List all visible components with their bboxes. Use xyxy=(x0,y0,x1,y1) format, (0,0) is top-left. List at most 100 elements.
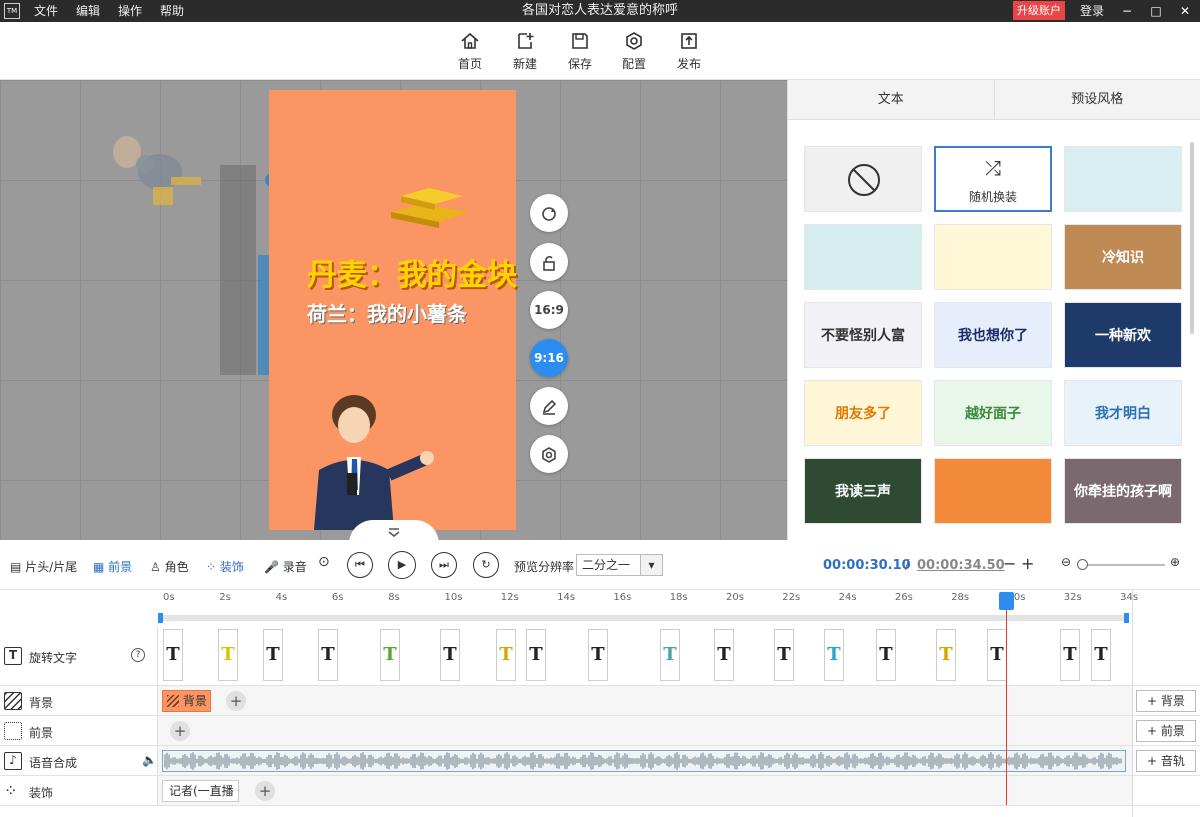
ratio-9-16-button[interactable]: 9:16 xyxy=(530,339,568,377)
record-button[interactable]: 🎤 录音 xyxy=(264,558,307,575)
zoom-slider-handle[interactable] xyxy=(1077,559,1088,570)
tab-preset-style[interactable]: 预设风格 xyxy=(993,80,1200,119)
add-background-button[interactable]: + 背景 xyxy=(1136,690,1196,712)
menu-operate[interactable]: 操作 xyxy=(118,0,142,22)
prev-button[interactable]: ⏮ xyxy=(347,552,373,578)
resolution-select[interactable]: 二分之一 ▾ xyxy=(576,554,663,576)
home-button[interactable]: 首页 xyxy=(448,30,492,72)
role-button[interactable]: ♙ 角色 xyxy=(150,558,189,575)
text-clip[interactable]: T xyxy=(824,629,844,681)
caption-netherlands[interactable]: 荷兰：我的小薯条 xyxy=(307,298,467,327)
style-tile[interactable] xyxy=(1064,146,1182,212)
zoom-slider[interactable] xyxy=(1080,564,1165,566)
video-stage[interactable]: 丹麦：我的金块 荷兰：我的小薯条 xyxy=(269,90,517,530)
replay-button[interactable]: ↻ xyxy=(473,552,499,578)
close-button[interactable]: ✕ xyxy=(1174,0,1196,22)
timeline-controls: ▤ 片头/片尾 ▦ 前景 ♙ 角色 ⁘ 装饰 🎤 录音 ⊙ ⏮ ▶ ⏭ ↻ 预览… xyxy=(0,540,1200,590)
text-clip[interactable]: T xyxy=(496,629,516,681)
preview-canvas[interactable]: 丹麦：我的金块 荷兰：我的小薯条 16:9 9:16 xyxy=(0,80,787,540)
style-tile[interactable]: 不要怪别人富 xyxy=(804,302,922,368)
reporter-character[interactable] xyxy=(309,395,439,530)
style-tile-text: 我才明白 xyxy=(1095,406,1151,422)
reporter-clip[interactable]: 记者(一直播 xyxy=(162,780,239,802)
menu-file[interactable]: 文件 xyxy=(34,0,58,22)
decor-button[interactable]: ⁘ 装饰 xyxy=(206,558,244,575)
style-tile[interactable]: 朋友多了 xyxy=(804,380,922,446)
style-tile[interactable]: 一种新欢 xyxy=(1064,302,1182,368)
collapse-toggle[interactable] xyxy=(349,520,439,540)
add-foreground-plus[interactable]: + xyxy=(170,721,190,741)
text-clip[interactable]: T xyxy=(263,629,283,681)
text-clip[interactable]: T xyxy=(218,629,238,681)
publish-button[interactable]: 发布 xyxy=(667,30,711,72)
text-clip[interactable]: T xyxy=(380,629,400,681)
minimize-button[interactable]: − xyxy=(1116,0,1138,22)
text-clip[interactable]: T xyxy=(526,629,546,681)
text-clip[interactable]: T xyxy=(714,629,734,681)
text-clip[interactable]: T xyxy=(163,629,183,681)
text-clip[interactable]: T xyxy=(876,629,896,681)
style-tile[interactable] xyxy=(934,224,1052,290)
rotate-button[interactable] xyxy=(530,194,568,232)
add-background-plus[interactable]: + xyxy=(226,691,246,711)
text-clip[interactable]: T xyxy=(318,629,338,681)
text-clip[interactable]: T xyxy=(1060,629,1080,681)
tab-text[interactable]: 文本 xyxy=(788,80,994,119)
more-button[interactable]: ⊙ xyxy=(318,554,330,570)
add-foreground-button[interactable]: + 前景 xyxy=(1136,720,1196,742)
new-button[interactable]: 新建 xyxy=(503,30,547,72)
login-button[interactable]: 登录 xyxy=(1080,0,1104,22)
menu-edit[interactable]: 编辑 xyxy=(76,0,100,22)
panel-scrollbar[interactable] xyxy=(1190,142,1194,334)
next-button[interactable]: ⏭ xyxy=(431,552,457,578)
volume-icon[interactable]: 🔈 xyxy=(142,753,157,767)
maximize-button[interactable]: □ xyxy=(1145,0,1167,22)
foreground-label: 前景 xyxy=(108,560,133,574)
style-tile[interactable]: ⤮ 随机换装 xyxy=(934,146,1052,212)
style-tile[interactable] xyxy=(804,146,922,212)
time-minus-button[interactable]: − xyxy=(1003,554,1016,573)
style-tile[interactable]: 我读三声 xyxy=(804,458,922,524)
gold-bars-image[interactable] xyxy=(381,182,473,228)
text-clip[interactable]: T xyxy=(588,629,608,681)
menu-help[interactable]: 帮助 xyxy=(160,0,184,22)
time-plus-button[interactable]: + xyxy=(1021,554,1034,573)
mouse-character[interactable] xyxy=(105,132,215,222)
foreground-button[interactable]: ▦ 前景 xyxy=(93,558,132,575)
total-time[interactable]: 00:00:34.50 xyxy=(917,558,1005,573)
canvas-settings-button[interactable] xyxy=(530,435,568,473)
caption-denmark[interactable]: 丹麦：我的金块 xyxy=(307,250,517,294)
style-tile[interactable] xyxy=(934,458,1052,524)
text-clip[interactable]: T xyxy=(660,629,680,681)
edit-button[interactable] xyxy=(530,387,568,425)
unlock-button[interactable] xyxy=(530,243,568,281)
add-audio-track-button[interactable]: + 音轨 xyxy=(1136,750,1196,772)
playhead-handle[interactable] xyxy=(999,592,1014,610)
style-tile[interactable]: 冷知识 xyxy=(1064,224,1182,290)
text-clip[interactable]: T xyxy=(1091,629,1111,681)
ratio-16-9-button[interactable]: 16:9 xyxy=(530,291,568,329)
audio-clip[interactable] xyxy=(162,750,1126,772)
add-decor-plus[interactable]: + xyxy=(255,781,275,801)
background-clip[interactable]: 背景 xyxy=(162,690,211,712)
text-clip[interactable]: T xyxy=(987,629,1007,681)
style-tile[interactable]: 你牵挂的孩子啊 xyxy=(1064,458,1182,524)
settings-button[interactable]: 配置 xyxy=(612,30,656,72)
timeline-ruler[interactable]: 0s 2s 4s 6s 8s 10s 12s 14s 16s 18s 20s 22s 24s 26s 28s… xyxy=(158,590,1138,626)
style-tile[interactable] xyxy=(804,224,922,290)
save-button[interactable]: 保存 xyxy=(558,30,602,72)
zoom-out-icon[interactable]: ⊖ xyxy=(1061,555,1071,569)
style-tile[interactable]: 越好面子 xyxy=(934,380,1052,446)
text-clip[interactable]: T xyxy=(936,629,956,681)
range-end-handle[interactable] xyxy=(1124,613,1129,623)
text-clip[interactable]: T xyxy=(440,629,460,681)
play-button[interactable]: ▶ xyxy=(388,551,416,579)
upgrade-account-button[interactable]: 升级账户 xyxy=(1013,1,1065,20)
range-start-handle[interactable] xyxy=(158,613,163,623)
help-icon[interactable]: ? xyxy=(131,648,145,662)
style-tile[interactable]: 我才明白 xyxy=(1064,380,1182,446)
text-clip[interactable]: T xyxy=(774,629,794,681)
zoom-in-icon[interactable]: ⊕ xyxy=(1170,555,1180,569)
head-tail-button[interactable]: ▤ 片头/片尾 xyxy=(10,558,77,575)
style-tile[interactable]: 我也想你了 xyxy=(934,302,1052,368)
